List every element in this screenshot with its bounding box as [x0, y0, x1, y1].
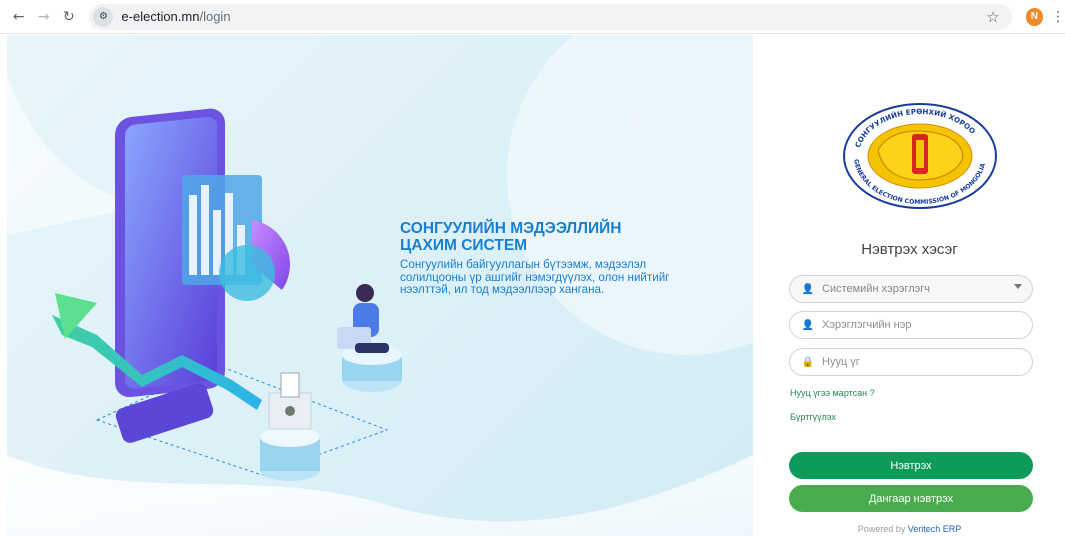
- url-host: e-election.mn: [121, 9, 200, 24]
- username-input[interactable]: [822, 319, 1012, 331]
- hero-title: СОНГУУЛИЙН МЭДЭЭЛЛИЙН ЦАХИМ СИСТЕМ: [400, 220, 720, 254]
- lock-icon: 🔒: [801, 356, 815, 368]
- back-icon[interactable]: ←: [8, 6, 29, 28]
- person-head: [356, 284, 374, 302]
- powered-brand-link[interactable]: Veritech ERP: [908, 524, 962, 534]
- username-field[interactable]: 👤: [789, 311, 1033, 339]
- star-icon[interactable]: ☆: [986, 8, 999, 26]
- hero-description: Сонгуулийн байгууллагын бүтээмж, мэдээлэ…: [400, 258, 730, 297]
- hero-title-line2: ЦАХИМ СИСТЕМ: [400, 237, 528, 254]
- register-link[interactable]: Бүртгүүлэх: [790, 412, 836, 422]
- url-path: /login: [199, 9, 231, 24]
- user-type-select[interactable]: 👤 Системийн хэрэглэгч: [789, 275, 1033, 303]
- hero-section: СОНГУУЛИЙН МЭДЭЭЛЛИЙН ЦАХИМ СИСТЕМ Сонгу…: [7, 35, 753, 536]
- hero-title-line1: СОНГУУЛИЙН МЭДЭЭЛЛИЙН: [400, 220, 622, 237]
- bottom-wave: [7, 455, 753, 536]
- election-commission-emblem: СОНГУУЛИЙН ЕРӨНХИЙ ХОРОО GENERAL ELECTIO…: [843, 103, 997, 209]
- site-info-icon[interactable]: ⚙: [93, 6, 114, 27]
- sign-login-button[interactable]: Дангаар нэвтрэх: [789, 485, 1033, 512]
- password-field[interactable]: 🔒: [789, 348, 1033, 376]
- profile-avatar[interactable]: N: [1025, 7, 1044, 26]
- reload-icon[interactable]: ↻: [58, 6, 79, 28]
- login-heading: Нэвтрэх хэсэг: [861, 241, 958, 258]
- chevron-down-icon: [1014, 284, 1022, 289]
- forward-icon[interactable]: →: [33, 6, 54, 28]
- hero-desc-line3: нээлттэй, ил тод мэдээллээр хангана.: [400, 283, 605, 297]
- powered-by: Powered by Veritech ERP: [754, 524, 1065, 534]
- login-panel: СОНГУУЛИЙН ЕРӨНХИЙ ХОРОО GENERAL ELECTIO…: [754, 35, 1065, 536]
- forgot-password-link[interactable]: Нууц үгээ мартсан ?: [790, 388, 875, 398]
- password-input[interactable]: [822, 356, 1012, 368]
- user-icon: 👤: [801, 283, 815, 295]
- powered-prefix: Powered by: [857, 524, 906, 534]
- browser-toolbar: ← → ↻ ⚙ e-election.mn/login ☆ N ⋮: [0, 0, 1065, 34]
- user-icon: 👤: [801, 319, 815, 331]
- address-bar[interactable]: ⚙ e-election.mn/login ☆: [89, 3, 1012, 30]
- login-button[interactable]: Нэвтрэх: [789, 452, 1033, 479]
- hero-desc-line1: Сонгуулийн байгууллагын бүтээмж, мэдээлэ…: [400, 258, 647, 271]
- menu-icon[interactable]: ⋮: [1051, 9, 1065, 25]
- user-type-value: Системийн хэрэглэгч: [822, 283, 930, 295]
